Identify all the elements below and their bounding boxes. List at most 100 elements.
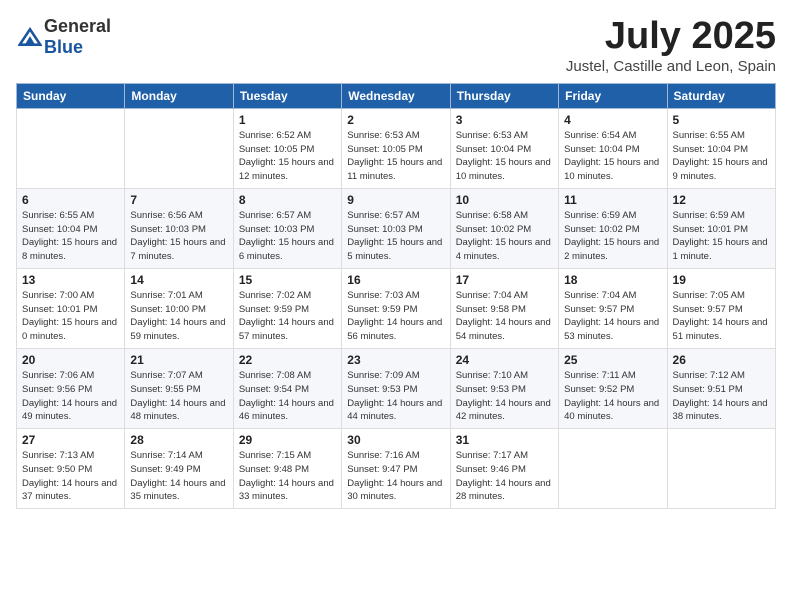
day-number: 19 [673,273,770,287]
calendar-cell [125,108,233,188]
calendar-cell: 17 Sunrise: 7:04 AMSunset: 9:58 PMDayligh… [450,268,558,348]
day-detail: Sunrise: 7:04 AMSunset: 9:58 PMDaylight:… [456,289,553,344]
logo-text-blue: Blue [44,37,83,57]
calendar-week-row: 27 Sunrise: 7:13 AMSunset: 9:50 PMDayligh… [17,429,776,509]
day-number: 14 [130,273,227,287]
day-detail: Sunrise: 7:08 AMSunset: 9:54 PMDaylight:… [239,369,336,424]
calendar-cell [667,429,775,509]
calendar-cell: 19Sunrise: 7:05 AMSunset: 9:57 PMDayligh… [667,268,775,348]
day-detail: Sunrise: 7:16 AMSunset: 9:47 PMDaylight:… [347,449,444,504]
day-number: 15 [239,273,336,287]
day-number: 5 [673,113,770,127]
day-number: 1 [239,113,336,127]
calendar-cell: 28 Sunrise: 7:14 AMSunset: 9:49 PMDayligh… [125,429,233,509]
calendar-cell: 29 Sunrise: 7:15 AMSunset: 9:48 PMDayligh… [233,429,341,509]
day-detail: Sunrise: 7:15 AMSunset: 9:48 PMDaylight:… [239,449,336,504]
day-detail: Sunrise: 6:59 AMSunset: 10:02 PMDaylight… [564,209,661,264]
calendar-cell: 11 Sunrise: 6:59 AMSunset: 10:02 PMDaylig… [559,188,667,268]
day-detail: Sunrise: 6:52 AMSunset: 10:05 PMDaylight… [239,129,336,184]
day-number: 20 [22,353,119,367]
day-number: 25 [564,353,661,367]
day-number: 28 [130,433,227,447]
calendar-cell: 6Sunrise: 6:55 AMSunset: 10:04 PMDayligh… [17,188,125,268]
day-number: 8 [239,193,336,207]
day-detail: Sunrise: 7:04 AMSunset: 9:57 PMDaylight:… [564,289,661,344]
day-detail: Sunrise: 7:12 AMSunset: 9:51 PMDaylight:… [673,369,770,424]
day-detail: Sunrise: 7:10 AMSunset: 9:53 PMDaylight:… [456,369,553,424]
calendar-table: SundayMondayTuesdayWednesdayThursdayFrid… [16,83,776,509]
weekday-header-sunday: Sunday [17,83,125,108]
day-number: 26 [673,353,770,367]
day-detail: Sunrise: 6:53 AMSunset: 10:04 PMDaylight… [456,129,553,184]
calendar-week-row: 1 Sunrise: 6:52 AMSunset: 10:05 PMDayligh… [17,108,776,188]
calendar-cell: 3 Sunrise: 6:53 AMSunset: 10:04 PMDayligh… [450,108,558,188]
day-detail: Sunrise: 6:58 AMSunset: 10:02 PMDaylight… [456,209,553,264]
day-number: 17 [456,273,553,287]
day-number: 22 [239,353,336,367]
weekday-header-friday: Friday [559,83,667,108]
calendar-cell: 18 Sunrise: 7:04 AMSunset: 9:57 PMDayligh… [559,268,667,348]
day-number: 27 [22,433,119,447]
calendar-cell: 22 Sunrise: 7:08 AMSunset: 9:54 PMDayligh… [233,348,341,428]
calendar-cell: 13Sunrise: 7:00 AMSunset: 10:01 PMDaylig… [17,268,125,348]
day-detail: Sunrise: 6:56 AMSunset: 10:03 PMDaylight… [130,209,227,264]
day-number: 2 [347,113,444,127]
day-number: 7 [130,193,227,207]
day-number: 12 [673,193,770,207]
calendar-cell [559,429,667,509]
calendar-cell: 24 Sunrise: 7:10 AMSunset: 9:53 PMDayligh… [450,348,558,428]
day-number: 10 [456,193,553,207]
calendar-cell: 30Sunrise: 7:16 AMSunset: 9:47 PMDayligh… [342,429,450,509]
calendar-cell: 20Sunrise: 7:06 AMSunset: 9:56 PMDayligh… [17,348,125,428]
calendar-cell: 14 Sunrise: 7:01 AMSunset: 10:00 PMDaylig… [125,268,233,348]
day-detail: Sunrise: 7:17 AMSunset: 9:46 PMDaylight:… [456,449,553,504]
day-number: 21 [130,353,227,367]
weekday-header-saturday: Saturday [667,83,775,108]
page-header: General Blue July 2025 Justel, Castille … [16,16,776,75]
weekday-header-monday: Monday [125,83,233,108]
day-detail: Sunrise: 7:02 AMSunset: 9:59 PMDaylight:… [239,289,336,344]
day-number: 4 [564,113,661,127]
title-block: July 2025 Justel, Castille and Leon, Spa… [566,16,776,75]
day-detail: Sunrise: 7:01 AMSunset: 10:00 PMDaylight… [130,289,227,344]
day-number: 18 [564,273,661,287]
day-detail: Sunrise: 7:00 AMSunset: 10:01 PMDaylight… [22,289,119,344]
calendar-cell [17,108,125,188]
day-detail: Sunrise: 6:55 AMSunset: 10:04 PMDaylight… [673,129,770,184]
day-detail: Sunrise: 7:13 AMSunset: 9:50 PMDaylight:… [22,449,119,504]
day-detail: Sunrise: 6:57 AMSunset: 10:03 PMDaylight… [347,209,444,264]
calendar-cell: 5 Sunrise: 6:55 AMSunset: 10:04 PMDayligh… [667,108,775,188]
calendar-cell: 4 Sunrise: 6:54 AMSunset: 10:04 PMDayligh… [559,108,667,188]
day-number: 3 [456,113,553,127]
calendar-cell: 16Sunrise: 7:03 AMSunset: 9:59 PMDayligh… [342,268,450,348]
day-detail: Sunrise: 7:07 AMSunset: 9:55 PMDaylight:… [130,369,227,424]
day-number: 11 [564,193,661,207]
calendar-week-row: 13Sunrise: 7:00 AMSunset: 10:01 PMDaylig… [17,268,776,348]
day-number: 9 [347,193,444,207]
calendar-week-row: 20Sunrise: 7:06 AMSunset: 9:56 PMDayligh… [17,348,776,428]
calendar-cell: 7 Sunrise: 6:56 AMSunset: 10:03 PMDayligh… [125,188,233,268]
weekday-header-tuesday: Tuesday [233,83,341,108]
month-title: July 2025 [566,16,776,58]
day-detail: Sunrise: 7:03 AMSunset: 9:59 PMDaylight:… [347,289,444,344]
day-number: 29 [239,433,336,447]
calendar-cell: 8Sunrise: 6:57 AMSunset: 10:03 PMDayligh… [233,188,341,268]
day-detail: Sunrise: 7:11 AMSunset: 9:52 PMDaylight:… [564,369,661,424]
day-number: 23 [347,353,444,367]
weekday-header-thursday: Thursday [450,83,558,108]
logo-icon [18,27,42,47]
calendar-cell: 26 Sunrise: 7:12 AMSunset: 9:51 PMDayligh… [667,348,775,428]
calendar-cell: 9 Sunrise: 6:57 AMSunset: 10:03 PMDayligh… [342,188,450,268]
day-number: 6 [22,193,119,207]
calendar-cell: 12Sunrise: 6:59 AMSunset: 10:01 PMDaylig… [667,188,775,268]
calendar-cell: 25 Sunrise: 7:11 AMSunset: 9:52 PMDayligh… [559,348,667,428]
day-number: 24 [456,353,553,367]
calendar-cell: 23Sunrise: 7:09 AMSunset: 9:53 PMDayligh… [342,348,450,428]
day-detail: Sunrise: 6:54 AMSunset: 10:04 PMDaylight… [564,129,661,184]
weekday-header-row: SundayMondayTuesdayWednesdayThursdayFrid… [17,83,776,108]
calendar-cell: 15 Sunrise: 7:02 AMSunset: 9:59 PMDayligh… [233,268,341,348]
calendar-cell: 10 Sunrise: 6:58 AMSunset: 10:02 PMDaylig… [450,188,558,268]
calendar-cell: 27 Sunrise: 7:13 AMSunset: 9:50 PMDayligh… [17,429,125,509]
day-detail: Sunrise: 7:14 AMSunset: 9:49 PMDaylight:… [130,449,227,504]
calendar-cell: 21 Sunrise: 7:07 AMSunset: 9:55 PMDayligh… [125,348,233,428]
